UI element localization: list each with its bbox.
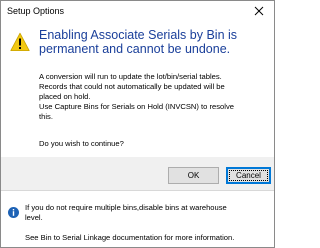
heading-line: permanent and cannot be undone. [39, 42, 231, 56]
dialog-footer: If you do not require multiple bins,disa… [1, 190, 274, 247]
cancel-button[interactable]: Cancel [226, 167, 271, 184]
close-icon[interactable] [252, 4, 266, 18]
setup-options-dialog: Setup Options Enabling Associate Serials… [0, 0, 275, 248]
footer-line: If you do not require multiple bins,disa… [25, 203, 227, 212]
message-line: placed on hold. [39, 92, 91, 101]
confirm-question: Do you wish to continue? [39, 139, 124, 148]
message-line: Records that could not automatically be … [39, 82, 225, 91]
cancel-button-label: Cancel [236, 171, 261, 180]
dialog-message: A conversion will run to update the lot/… [39, 72, 271, 122]
dialog-heading: Enabling Associate Serials by Bin is per… [39, 28, 271, 56]
message-line: this. [39, 112, 53, 121]
button-panel: OK Cancel [1, 157, 274, 190]
message-line: A conversion will run to update the lot/… [39, 72, 222, 81]
footer-note: See Bin to Serial Linkage documentation … [25, 233, 235, 242]
heading-line: Enabling Associate Serials by Bin is [39, 28, 238, 42]
footer-line: level. [25, 213, 43, 222]
window-title: Setup Options [7, 6, 65, 16]
message-line: Use Capture Bins for Serials on Hold (IN… [39, 102, 234, 111]
ok-button[interactable]: OK [168, 167, 219, 184]
footer-message: If you do not require multiple bins,disa… [25, 203, 270, 223]
warning-icon [10, 32, 30, 52]
title-bar: Setup Options [1, 1, 274, 23]
info-icon [8, 205, 19, 218]
